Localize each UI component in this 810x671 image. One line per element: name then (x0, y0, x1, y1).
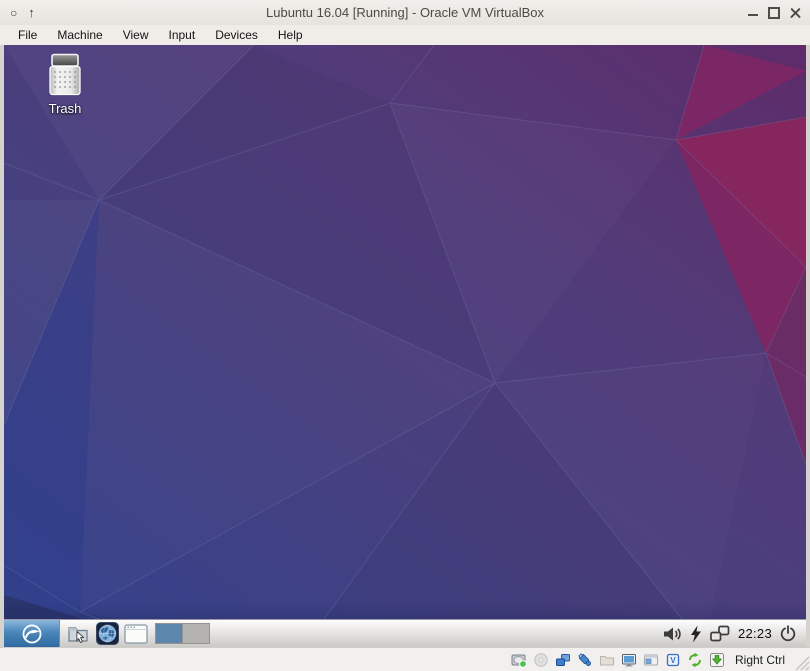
guest-screen: Trash 22:23 (4, 45, 806, 647)
video-capture-icon[interactable] (643, 652, 659, 668)
menu-machine[interactable]: Machine (47, 25, 112, 45)
titlebar-right-controls (748, 0, 801, 25)
trash-icon (49, 53, 81, 96)
menu-file[interactable]: File (8, 25, 47, 45)
shared-folders-icon[interactable] (599, 652, 615, 668)
system-tray: 22:23 (663, 624, 806, 643)
menu-devices[interactable]: Devices (205, 25, 268, 45)
optical-drives-icon[interactable] (533, 652, 549, 668)
volume-icon[interactable] (663, 626, 683, 642)
workspace-2[interactable] (182, 624, 209, 643)
titlebar-left-controls: ○ ↑ (10, 0, 35, 25)
maximize-icon[interactable] (768, 6, 780, 19)
show-desktop-button[interactable] (123, 621, 149, 646)
battery-bolt-icon[interactable] (690, 625, 702, 643)
taskbar: 22:23 (4, 619, 806, 647)
menubar: File Machine View Input Devices Help (0, 25, 810, 45)
vbox-statusbar: V Right Ctrl (0, 647, 810, 671)
show-desktop-icon (124, 623, 148, 644)
display-icon[interactable] (621, 652, 637, 668)
svg-text:V: V (670, 656, 676, 665)
keyboard-capture-icon[interactable] (709, 652, 725, 668)
network-tray-icon[interactable] (709, 625, 731, 642)
menu-help[interactable]: Help (268, 25, 313, 45)
desktop-icon-trash[interactable]: Trash (24, 53, 106, 116)
workspace-pager (155, 623, 210, 644)
start-menu-button[interactable] (4, 620, 60, 647)
titlebar: ○ ↑ Lubuntu 16.04 [Running] - Oracle VM … (0, 0, 810, 26)
trash-label: Trash (48, 101, 82, 116)
menu-input[interactable]: Input (159, 25, 206, 45)
file-manager-button[interactable] (65, 621, 91, 646)
workspace-1[interactable] (156, 624, 182, 643)
virtualbox-window: { "window": { "title": "Lubuntu 16.04 [R… (0, 0, 810, 671)
close-icon[interactable] (790, 7, 801, 18)
minimize-icon[interactable] (748, 13, 758, 16)
menu-view[interactable]: View (113, 25, 159, 45)
file-manager-icon (68, 626, 88, 643)
web-browser-button[interactable] (94, 621, 120, 646)
network-adapters-icon[interactable] (555, 652, 571, 668)
web-browser-icon (95, 622, 119, 645)
resize-grip[interactable] (793, 649, 810, 671)
lubuntu-logo-icon (22, 624, 41, 643)
usb-devices-icon[interactable] (577, 652, 593, 668)
virtualization-features-icon[interactable]: V (665, 652, 681, 668)
desktop-wallpaper (4, 45, 806, 647)
clock[interactable]: 22:23 (738, 626, 772, 641)
host-key-label: Right Ctrl (734, 652, 785, 667)
power-icon[interactable] (779, 624, 797, 643)
window-menu-icon[interactable]: ○ (10, 7, 17, 19)
window-title: Lubuntu 16.04 [Running] - Oracle VM Virt… (266, 5, 544, 20)
shade-icon[interactable]: ↑ (28, 6, 35, 19)
quick-launch (65, 621, 149, 646)
hard-disks-icon[interactable] (511, 652, 527, 668)
mouse-integration-icon[interactable] (687, 652, 703, 668)
